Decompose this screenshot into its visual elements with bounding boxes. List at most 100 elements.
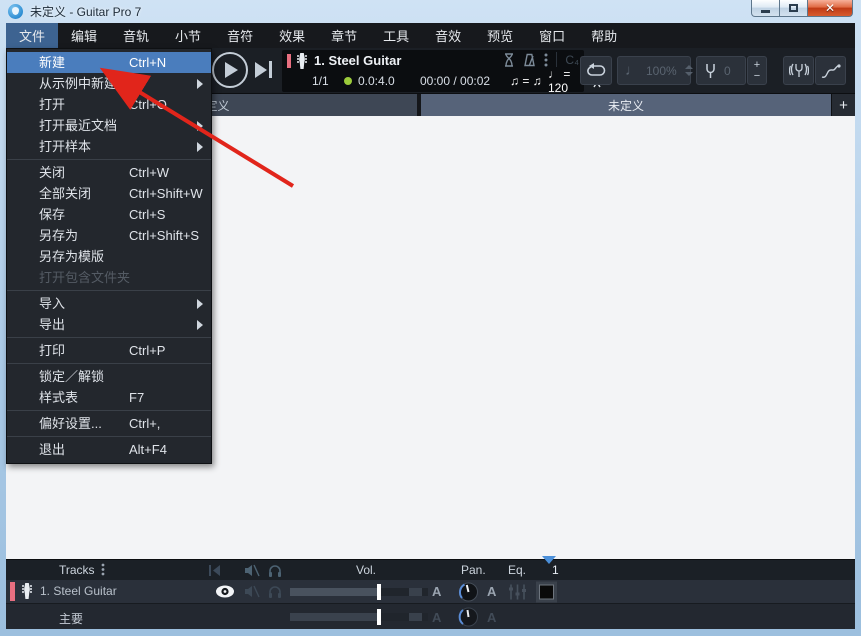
- menu-item-lock-unlock[interactable]: 锁定／解锁: [7, 366, 211, 387]
- menu-separator: [7, 410, 211, 411]
- menu-item-new[interactable]: 新建 Ctrl+N: [7, 52, 211, 73]
- window-title: 未定义 - Guitar Pro 7: [30, 5, 142, 19]
- tempo-value[interactable]: ♩ = 120: [548, 67, 584, 95]
- minimize-icon: [761, 9, 770, 13]
- track-volume-slider[interactable]: [290, 583, 428, 600]
- go-to-start-icon[interactable]: [208, 565, 221, 576]
- tuning-stepper[interactable]: + −: [747, 56, 767, 85]
- track-color-bar: [287, 54, 291, 68]
- menu-separator: [7, 159, 211, 160]
- track-eq-icon[interactable]: [508, 584, 527, 599]
- menu-item-open[interactable]: 打开 Ctrl+O: [7, 94, 211, 115]
- master-pan-knob[interactable]: [458, 606, 479, 627]
- plus-icon[interactable]: +: [754, 59, 760, 71]
- titlebar: 未定义 - Guitar Pro 7 ✕: [0, 0, 861, 23]
- master-row[interactable]: 主要 A A: [6, 603, 855, 629]
- maximize-button[interactable]: [780, 0, 808, 17]
- playback-speed-button[interactable]: ♩ 100%: [617, 56, 693, 85]
- master-volume-slider[interactable]: [290, 608, 428, 625]
- volume-handle[interactable]: [376, 583, 381, 600]
- pan-column-header: Pan.: [461, 563, 486, 577]
- menu-item-open-containing-folder: 打开包含文件夹: [39, 270, 131, 285]
- menu-item-preferences[interactable]: 偏好设置... Ctrl+,: [7, 413, 211, 434]
- track-color-bar: [10, 582, 15, 601]
- track-name[interactable]: 1. Steel Guitar: [40, 584, 117, 598]
- menu-item-stylesheet[interactable]: 样式表 F7: [7, 387, 211, 408]
- menu-separator: [7, 363, 211, 364]
- go-to-end-button[interactable]: [255, 61, 272, 78]
- master-pan-automation-button[interactable]: A: [487, 610, 496, 625]
- menu-item-import[interactable]: 导入: [7, 293, 211, 314]
- tuner-button[interactable]: [783, 56, 814, 85]
- master-volume-fill: [290, 612, 377, 621]
- line-in-button[interactable]: [815, 56, 846, 85]
- tuning-button[interactable]: 0: [696, 56, 746, 85]
- play-button[interactable]: [212, 52, 248, 88]
- maximize-icon: [789, 4, 798, 12]
- time-position: 00:00 / 00:02: [420, 74, 491, 88]
- track-solo-headphones-icon[interactable]: [268, 585, 282, 598]
- menu-item-open-recent[interactable]: 打开最近文档: [7, 115, 211, 136]
- menu-item-save[interactable]: 保存 Ctrl+S: [7, 204, 211, 225]
- solo-all-headphones-icon[interactable]: [268, 564, 282, 577]
- volume-automation-button[interactable]: A: [432, 584, 441, 599]
- menu-track[interactable]: 音轨: [110, 23, 162, 48]
- menu-item-new-from-example[interactable]: 从示例中新建: [7, 73, 211, 94]
- close-icon: ✕: [824, 1, 836, 15]
- current-track-name[interactable]: 1. Steel Guitar: [314, 53, 401, 68]
- menu-effects[interactable]: 效果: [266, 23, 318, 48]
- pan-automation-button[interactable]: A: [487, 584, 496, 599]
- menu-separator: [7, 337, 211, 338]
- metronome-icon[interactable]: [523, 53, 536, 67]
- track-mute-icon[interactable]: [244, 585, 260, 598]
- more-options-icon[interactable]: [544, 53, 548, 67]
- menu-view[interactable]: 预览: [474, 23, 526, 48]
- menu-section[interactable]: 章节: [318, 23, 370, 48]
- document-tab-2[interactable]: 未定义: [421, 94, 831, 116]
- mute-all-icon[interactable]: [244, 564, 260, 577]
- add-tab-button[interactable]: +: [831, 94, 855, 116]
- menu-item-export[interactable]: 导出: [7, 314, 211, 335]
- hourglass-icon[interactable]: [503, 52, 515, 67]
- menu-item-save-as[interactable]: 另存为 Ctrl+Shift+S: [7, 225, 211, 246]
- loop-button[interactable]: [580, 56, 612, 85]
- minus-icon[interactable]: −: [754, 70, 760, 82]
- track-pan-knob[interactable]: [458, 581, 479, 602]
- minimize-button[interactable]: [751, 0, 780, 17]
- menu-separator: [7, 290, 211, 291]
- guitar-headstock-icon: [21, 583, 33, 599]
- menu-bar[interactable]: 小节: [162, 23, 214, 48]
- menu-item-open-sample[interactable]: 打开样本: [7, 136, 211, 157]
- master-volume-handle[interactable]: [376, 608, 381, 625]
- track-row[interactable]: 1. Steel Guitar A A: [6, 580, 855, 603]
- capo-indicator[interactable]: C₄: [565, 53, 579, 67]
- master-volume-automation-button[interactable]: A: [432, 610, 441, 625]
- menu-note[interactable]: 音符: [214, 23, 266, 48]
- cable-icon: [821, 63, 841, 78]
- menu-item-close-all[interactable]: 全部关闭 Ctrl+Shift+W: [7, 183, 211, 204]
- track-visibility-eye-icon[interactable]: [215, 585, 235, 598]
- menu-file[interactable]: 文件: [6, 23, 59, 48]
- menu-item-close[interactable]: 关闭 Ctrl+W: [7, 162, 211, 183]
- menu-tools[interactable]: 工具: [370, 23, 422, 48]
- menu-item-exit[interactable]: 退出 Alt+F4: [7, 439, 211, 460]
- volume-fill: [290, 587, 377, 596]
- next-icon: [255, 61, 267, 78]
- tracks-options-icon[interactable]: [101, 563, 105, 576]
- menu-window[interactable]: 窗口: [526, 23, 578, 48]
- volume-column-header: Vol.: [356, 563, 377, 577]
- note-equivalence[interactable]: ♫ = ♫: [510, 74, 542, 88]
- menu-edit[interactable]: 编辑: [58, 23, 110, 48]
- speed-stepper[interactable]: [684, 65, 693, 76]
- menu-item-print[interactable]: 打印 Ctrl+P: [7, 340, 211, 361]
- track-color-swatch[interactable]: [536, 581, 557, 602]
- menu-help[interactable]: 帮助: [578, 23, 630, 48]
- eq-column-header: Eq.: [508, 563, 527, 577]
- tuning-fork-icon: [706, 63, 715, 78]
- submenu-arrow-icon: [197, 142, 203, 152]
- tuner-icon: [788, 63, 809, 77]
- menu-item-save-as-template[interactable]: 另存为模版: [7, 246, 211, 267]
- menu-sound[interactable]: 音效: [422, 23, 474, 48]
- close-button[interactable]: ✕: [808, 0, 853, 17]
- menubar: 文件 编辑 音轨 小节 音符 效果 章节 工具 音效 预览 窗口 帮助: [6, 23, 855, 48]
